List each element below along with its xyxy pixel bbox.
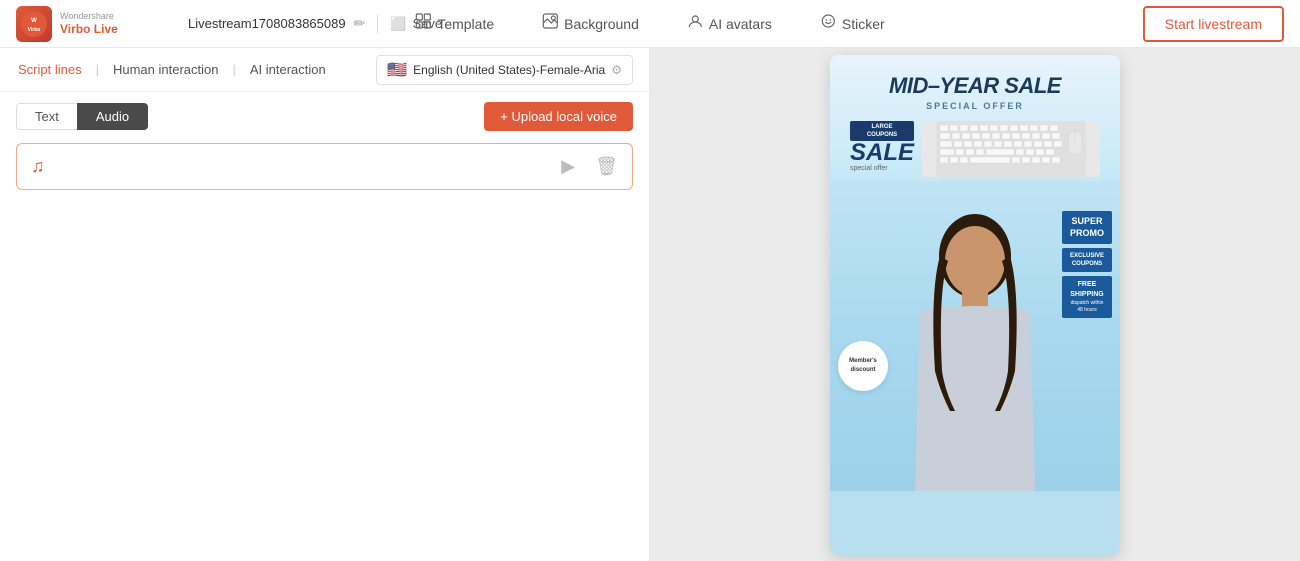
ai-avatars-nav-item[interactable]: AI avatars	[679, 9, 780, 38]
sticker-icon	[820, 13, 836, 34]
template-nav-item[interactable]: Template	[407, 9, 502, 38]
person-silhouette	[880, 211, 1070, 491]
free-shipping-badge: FREE SHIPPING dispatch within 48 hours	[1062, 276, 1112, 318]
promo-section: Member's discount SUPER PROMO EXCLUSIVE …	[830, 181, 1120, 491]
music-icon: ♫	[31, 156, 45, 177]
preview-card: MID–YEAR SALE SPECIAL OFFER LARGECOUPONS…	[830, 55, 1120, 555]
exclusive-coupons-badge: EXCLUSIVE COUPONS	[1062, 248, 1112, 273]
background-icon	[542, 13, 558, 34]
text-audio-toggle: Text Audio	[16, 103, 148, 130]
sale-subtitle: SPECIAL OFFER	[846, 101, 1104, 111]
save-icon: ⬜	[390, 16, 406, 32]
upload-voice-button[interactable]: + Upload local voice	[484, 102, 633, 131]
promo-badges: SUPER PROMO EXCLUSIVE COUPONS FREE SHIPP…	[1062, 211, 1112, 319]
sale-title: MID–YEAR SALE	[846, 73, 1104, 99]
template-icon	[415, 13, 431, 34]
delete-button[interactable]: 🗑	[595, 156, 618, 177]
toggle-upload-row: Text Audio + Upload local voice	[16, 102, 633, 131]
audio-item: ♫ ▶ 🗑	[16, 143, 633, 190]
background-nav-item[interactable]: Background	[534, 9, 647, 38]
super-promo-badge: SUPER PROMO	[1062, 211, 1112, 244]
play-button[interactable]: ▶	[561, 156, 575, 177]
left-panel: Script lines | Human interaction | AI in…	[0, 48, 650, 561]
tab-script-lines[interactable]: Script lines	[16, 58, 84, 81]
products-row: LARGECOUPONS SALE special offer	[846, 111, 1104, 181]
voice-settings-icon: ⚙	[611, 63, 622, 77]
session-name-area: Livestream1708083865089 ✏	[188, 15, 365, 32]
tab-ai-interaction[interactable]: AI interaction	[248, 58, 328, 81]
flag-icon: 🇺🇸	[387, 60, 407, 80]
center-navigation: Template Background AI avatars	[407, 9, 892, 38]
svg-text:W: W	[31, 18, 37, 24]
member-discount-badge: Member's discount	[838, 341, 888, 391]
audio-toggle-button[interactable]: Audio	[77, 103, 148, 130]
script-tabs-row: Script lines | Human interaction | AI in…	[0, 48, 649, 92]
right-panel-preview: MID–YEAR SALE SPECIAL OFFER LARGECOUPONS…	[650, 48, 1300, 561]
coupon-area: LARGECOUPONS SALE special offer	[850, 121, 914, 173]
logo-text: Wondershare Virbo Live	[60, 11, 118, 36]
voice-label: English (United States)-Female-Aria	[413, 63, 605, 77]
session-name-text: Livestream1708083865089	[188, 16, 346, 31]
logo-area: W Virbo Wondershare Virbo Live	[16, 6, 176, 42]
logo-icon: W Virbo	[16, 6, 52, 42]
voice-selector[interactable]: 🇺🇸 English (United States)-Female-Aria ⚙	[376, 55, 633, 85]
main-layout: Script lines | Human interaction | AI in…	[0, 48, 1300, 561]
top-navigation: W Virbo Wondershare Virbo Live Livestrea…	[0, 0, 1300, 48]
edit-session-icon[interactable]: ✏	[354, 15, 366, 32]
ai-avatars-icon	[687, 13, 703, 34]
text-toggle-button[interactable]: Text	[16, 103, 77, 130]
nav-divider	[377, 14, 378, 34]
tab-human-interaction[interactable]: Human interaction	[111, 58, 221, 81]
start-livestream-button[interactable]: Start livestream	[1143, 6, 1284, 42]
sale-banner: MID–YEAR SALE SPECIAL OFFER LARGECOUPONS…	[830, 55, 1120, 181]
sticker-nav-item[interactable]: Sticker	[812, 9, 893, 38]
special-offer-small: special offer	[850, 165, 914, 172]
keyboard-visual	[922, 121, 1100, 177]
sale-big-text: SALE	[850, 141, 914, 165]
script-content-area: Text Audio + Upload local voice ♫ ▶ 🗑	[0, 92, 649, 561]
coupon-badge: LARGECOUPONS	[850, 121, 914, 142]
svg-text:Virbo: Virbo	[28, 27, 41, 33]
